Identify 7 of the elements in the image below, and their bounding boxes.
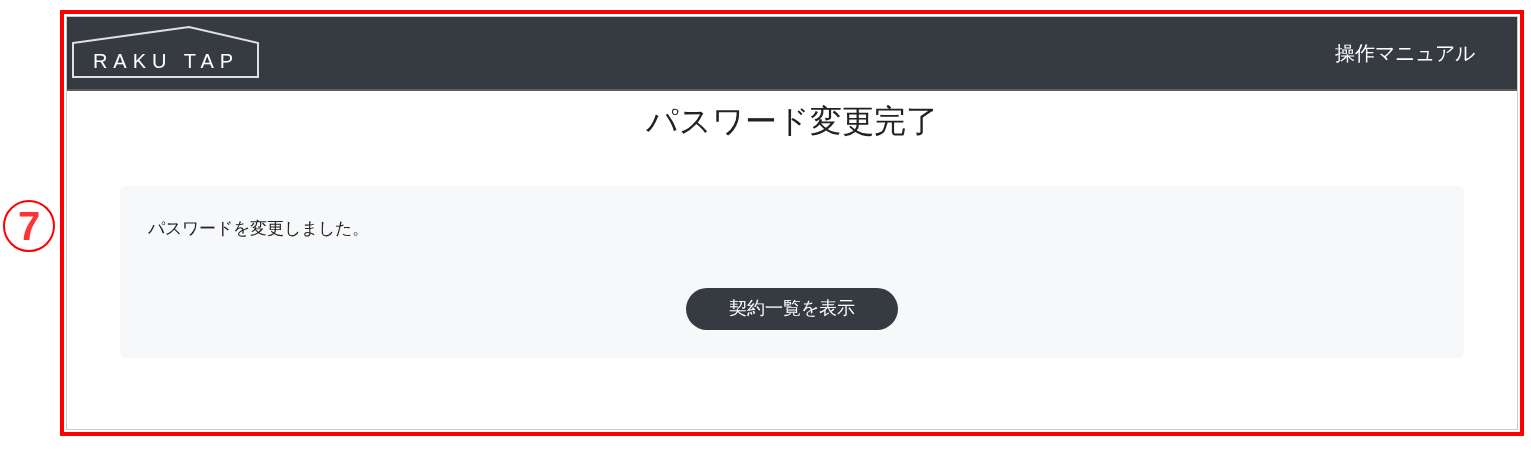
house-outline-icon bbox=[72, 26, 260, 80]
contract-list-button[interactable]: 契約一覧を表示 bbox=[686, 287, 898, 330]
message-text: パスワードを変更しました。 bbox=[148, 218, 369, 240]
manual-link[interactable]: 操作マニュアル bbox=[1335, 38, 1475, 68]
logo-text: RAKU TAP bbox=[92, 51, 240, 71]
annotation-number-badge: 7 bbox=[3, 200, 55, 252]
page-title: パスワード変更完了 bbox=[646, 102, 938, 141]
